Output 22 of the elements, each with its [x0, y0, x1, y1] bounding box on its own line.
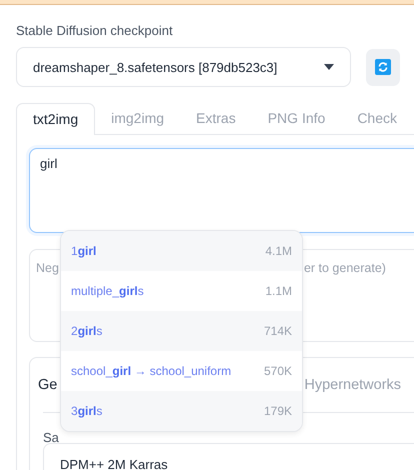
refresh-icon	[375, 59, 391, 75]
refresh-button[interactable]	[366, 48, 400, 86]
caret-icon	[324, 64, 334, 70]
sampler-dropdown[interactable]: DPM++ 2M Karras	[43, 443, 414, 470]
tab[interactable]: Ge	[38, 377, 58, 393]
prompt-field[interactable]: girl	[29, 148, 414, 233]
autocomplete-item[interactable]: 3girls 179K	[61, 391, 302, 431]
autocomplete-item[interactable]: 1girl 4.1M	[61, 231, 302, 271]
tab[interactable]: PNG Info	[252, 103, 342, 135]
field-label: Sa	[43, 430, 60, 445]
field-label: Stable Diffusion checkpoint	[16, 23, 174, 39]
autocomplete-item[interactable]: 2girls 714K	[61, 311, 302, 351]
tab[interactable]: Hypernetworks	[301, 377, 404, 393]
tab[interactable]: img2img	[95, 103, 180, 135]
autocomplete-item[interactable]: school_girl → school_uniform 570K	[61, 351, 302, 391]
tab[interactable]: Extras	[180, 103, 252, 135]
autocomplete-item[interactable]: multiple_girls 1.1M	[61, 271, 302, 311]
tab[interactable]: txt2img	[16, 103, 96, 135]
checkpoint-dropdown[interactable]: dreamshaper_8.safetensors [879db523c3]	[16, 47, 351, 87]
placeholder-text: Neg	[36, 261, 59, 275]
tab[interactable]: Check	[341, 103, 413, 135]
placeholder-text: er to generate)	[304, 261, 386, 275]
